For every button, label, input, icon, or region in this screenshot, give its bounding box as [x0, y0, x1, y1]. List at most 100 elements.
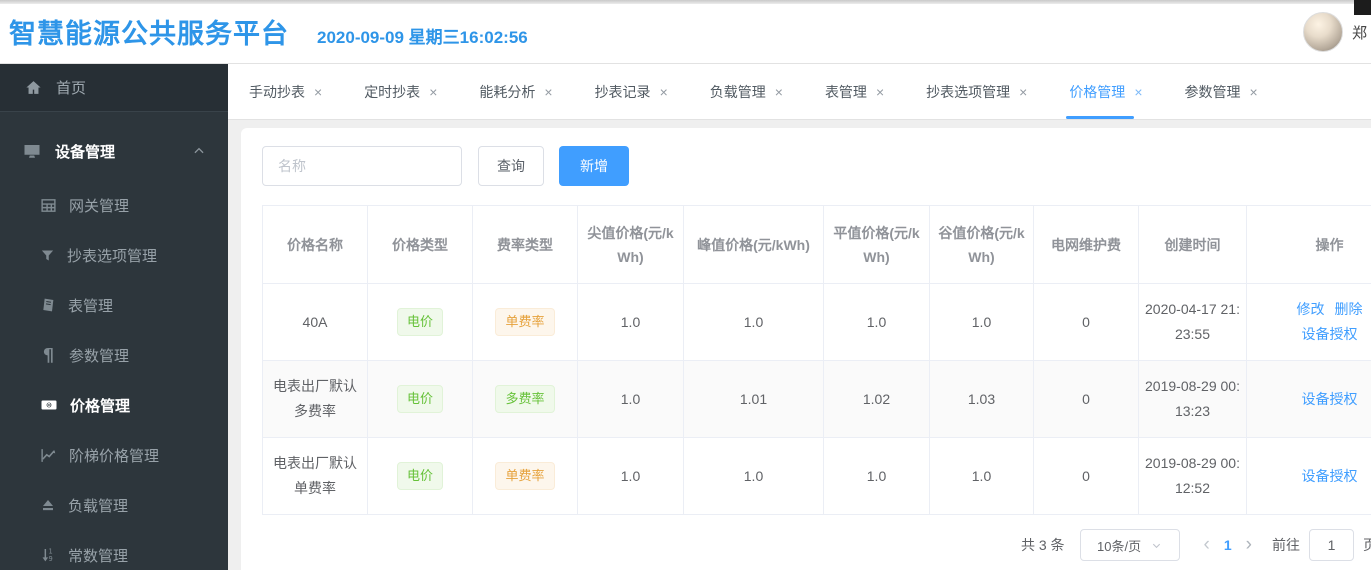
- sidebar-home-label: 首页: [56, 80, 87, 97]
- sidebar-item-constant-mgmt[interactable]: 19 常数管理: [0, 530, 228, 570]
- page-number[interactable]: 1: [1224, 537, 1232, 553]
- table-row: 电表出厂默认单费率 电价 单费率 1.0 1.0 1.0 1.0 0 2019-…: [262, 437, 1371, 515]
- price-type-badge: 电价: [396, 385, 443, 413]
- screen: 智慧能源公共服务平台 2020-09-09 星期三16:02:56 郑 首页 设…: [0, 0, 1371, 570]
- cell-price-type: 电价: [367, 437, 473, 515]
- cell-peak: 1.0: [683, 283, 824, 361]
- tab-meter-mgmt[interactable]: 表管理 ×: [804, 64, 905, 119]
- grid-icon: [40, 197, 57, 214]
- col-sharp-price: 尖值价格(元/kWh): [577, 205, 684, 284]
- tab-param-mgmt[interactable]: 参数管理 ×: [1164, 64, 1279, 119]
- close-icon[interactable]: ×: [775, 84, 783, 100]
- price-table: 价格名称 价格类型 费率类型 尖值价格(元/kWh) 峰值价格(元/kWh) 平…: [262, 205, 1371, 515]
- page-size-select[interactable]: 10条/页: [1079, 529, 1180, 561]
- add-button[interactable]: 新增: [559, 146, 629, 186]
- cell-price-type: 电价: [367, 283, 473, 361]
- close-icon[interactable]: ×: [660, 84, 668, 100]
- total-count: 共 3 条: [1020, 537, 1065, 553]
- sidebar-group-device-mgmt[interactable]: 设备管理: [0, 126, 228, 176]
- sidebar-item-load-mgmt[interactable]: 负载管理: [0, 480, 228, 530]
- sidebar-item-gateway-mgmt[interactable]: 网关管理: [0, 180, 228, 230]
- rate-type-badge: 多费率: [495, 385, 555, 413]
- eject-icon: [40, 497, 56, 513]
- cell-actions: 设备授权: [1246, 437, 1371, 515]
- cell-grid-fee: 0: [1033, 437, 1139, 515]
- cell-sharp: 1.0: [577, 437, 684, 515]
- tab-manual-reading[interactable]: 手动抄表 ×: [228, 64, 343, 119]
- table-header-row: 价格名称 价格类型 费率类型 尖值价格(元/kWh) 峰值价格(元/kWh) 平…: [262, 205, 1371, 284]
- sidebar-item-param-mgmt[interactable]: ¶ 参数管理: [0, 330, 228, 380]
- sidebar-item-meter-mgmt[interactable]: 表管理: [0, 280, 228, 330]
- delete-link[interactable]: 删除: [1335, 301, 1363, 317]
- cell-sharp: 1.0: [577, 283, 684, 361]
- chart-icon: [40, 447, 57, 464]
- cell-price-name: 电表出厂默认单费率: [262, 437, 368, 515]
- cell-sharp: 1.0: [577, 360, 684, 438]
- sidebar-item-meter-options-mgmt[interactable]: 抄表选项管理: [0, 230, 228, 280]
- cell-flat: 1.0: [823, 437, 930, 515]
- tab-load-mgmt[interactable]: 负载管理 ×: [689, 64, 804, 119]
- book-icon: [40, 297, 56, 313]
- tab-scheduled-reading[interactable]: 定时抄表 ×: [343, 64, 458, 119]
- cell-valley: 1.03: [929, 360, 1034, 438]
- search-input[interactable]: [262, 146, 462, 186]
- avatar[interactable]: [1302, 12, 1343, 52]
- sidebar-nav: 网关管理 抄表选项管理 表管理 ¶ 参数管理 0 价格管理 阶梯价格管理 负载管…: [0, 176, 228, 570]
- cell-valley: 1.0: [929, 283, 1034, 361]
- close-icon[interactable]: ×: [876, 84, 884, 100]
- col-price-name: 价格名称: [262, 205, 368, 284]
- col-price-type: 价格类型: [367, 205, 473, 284]
- query-button[interactable]: 查询: [478, 146, 544, 186]
- tab-reading-records[interactable]: 抄表记录 ×: [574, 64, 689, 119]
- sort-numeric-icon: 19: [40, 547, 56, 563]
- app-title: 智慧能源公共服务平台: [9, 19, 289, 49]
- device-auth-link[interactable]: 设备授权: [1302, 391, 1358, 407]
- close-icon[interactable]: ×: [314, 84, 322, 100]
- close-icon[interactable]: ×: [544, 84, 552, 100]
- cell-flat: 1.0: [823, 283, 930, 361]
- col-actions: 操作: [1246, 205, 1371, 284]
- close-icon[interactable]: ×: [1019, 84, 1027, 100]
- cell-peak: 1.0: [683, 437, 824, 515]
- toolbar: 查询 新增: [262, 146, 1371, 186]
- page-unit-label: 页: [1363, 537, 1371, 553]
- device-auth-link[interactable]: 设备授权: [1302, 468, 1358, 484]
- sidebar-item-label: 价格管理: [70, 397, 131, 415]
- goto-page-input[interactable]: [1309, 529, 1354, 561]
- cell-price-name: 电表出厂默认多费率: [262, 360, 368, 438]
- cell-valley: 1.0: [929, 437, 1034, 515]
- sidebar-item-label: 网关管理: [69, 197, 130, 215]
- cell-flat: 1.02: [823, 360, 930, 438]
- sidebar-item-label: 阶梯价格管理: [69, 447, 160, 465]
- close-icon[interactable]: ×: [1250, 84, 1258, 100]
- app-header: 智慧能源公共服务平台 2020-09-09 星期三16:02:56 郑: [0, 0, 1371, 64]
- sidebar-item-tiered-price-mgmt[interactable]: 阶梯价格管理: [0, 430, 228, 480]
- tab-energy-analysis[interactable]: 能耗分析 ×: [458, 64, 573, 119]
- next-page-button[interactable]: ›: [1246, 534, 1252, 556]
- tab-price-mgmt[interactable]: 价格管理 ×: [1048, 64, 1163, 119]
- tabbar: 手动抄表 × 定时抄表 × 能耗分析 × 抄表记录 × 负载管理 × 表管理 × 抄表选项管…: [228, 64, 1371, 120]
- cell-price-name: 40A: [262, 283, 368, 361]
- cell-grid-fee: 0: [1033, 360, 1139, 438]
- col-flat-price: 平值价格(元/kWh): [823, 205, 930, 284]
- cell-actions: 修改 删除 设备授权: [1246, 283, 1371, 361]
- chevron-up-icon[interactable]: [192, 144, 206, 158]
- table-row: 电表出厂默认多费率 电价 多费率 1.0 1.01 1.02 1.03 0 20…: [262, 360, 1371, 438]
- price-type-badge: 电价: [396, 462, 443, 490]
- cell-created: 2019-08-29 00:13:23: [1138, 360, 1247, 438]
- svg-text:0: 0: [47, 403, 51, 409]
- scrollbar-thumb[interactable]: [1354, 0, 1371, 15]
- home-icon: [25, 79, 42, 96]
- pilcrow-icon: ¶: [42, 344, 55, 366]
- prev-page-button[interactable]: ‹: [1204, 534, 1210, 556]
- rate-type-badge: 单费率: [495, 308, 555, 336]
- close-icon[interactable]: ×: [1134, 84, 1142, 100]
- monitor-icon: [23, 142, 41, 160]
- edit-link[interactable]: 修改: [1297, 301, 1325, 317]
- device-auth-link[interactable]: 设备授权: [1302, 326, 1358, 342]
- sidebar-item-price-mgmt[interactable]: 0 价格管理: [0, 380, 228, 430]
- sidebar-item-label: 负载管理: [68, 497, 129, 515]
- sidebar-item-home[interactable]: 首页: [0, 64, 228, 112]
- tab-meter-options-mgmt[interactable]: 抄表选项管理 ×: [905, 64, 1048, 119]
- close-icon[interactable]: ×: [429, 84, 437, 100]
